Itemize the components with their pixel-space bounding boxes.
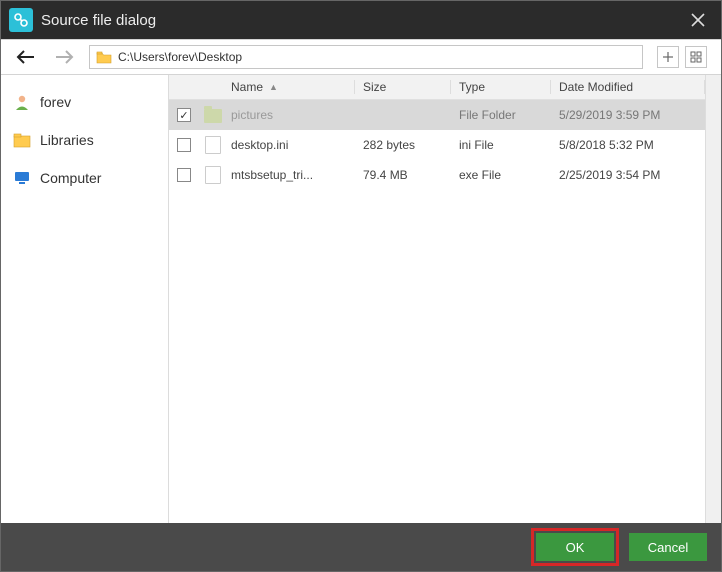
cell-date: 5/29/2019 3:59 PM xyxy=(551,108,705,122)
close-button[interactable] xyxy=(683,5,713,35)
ok-highlight: OK xyxy=(531,528,619,566)
cell-type: ini File xyxy=(451,138,551,152)
cell-type: exe File xyxy=(451,168,551,182)
row-checkbox[interactable] xyxy=(177,168,191,182)
column-header-type[interactable]: Type xyxy=(451,80,551,94)
view-new-button[interactable] xyxy=(657,46,679,68)
column-header-name[interactable]: Name ▲ xyxy=(227,80,355,94)
table-row[interactable]: ✓ pictures File Folder5/29/2019 3:59 PM xyxy=(169,100,705,130)
row-checkbox[interactable]: ✓ xyxy=(177,108,191,122)
folder-icon xyxy=(96,50,112,64)
cell-date: 2/25/2019 3:54 PM xyxy=(551,168,705,182)
sidebar-item-label: Computer xyxy=(40,170,101,186)
app-icon xyxy=(9,8,33,32)
user-icon xyxy=(13,93,31,111)
nav-back-button[interactable] xyxy=(15,46,37,68)
file-icon xyxy=(205,166,221,184)
ok-button[interactable]: OK xyxy=(536,533,614,561)
titlebar: Source file dialog xyxy=(1,1,721,39)
folder-icon xyxy=(204,109,222,123)
sidebar: forev Libraries Computer xyxy=(1,75,169,523)
column-header-date[interactable]: Date Modified xyxy=(551,80,705,94)
scrollbar[interactable] xyxy=(705,75,721,523)
sidebar-item-label: Libraries xyxy=(40,132,94,148)
file-rows: ✓ pictures File Folder5/29/2019 3:59 PM des… xyxy=(169,100,705,523)
sidebar-item-computer[interactable]: Computer xyxy=(1,159,168,197)
row-checkbox[interactable] xyxy=(177,138,191,152)
column-headers: Name ▲ Size Type Date Modified xyxy=(169,75,705,100)
nav-forward-button[interactable] xyxy=(53,46,75,68)
column-header-size[interactable]: Size xyxy=(355,80,451,94)
cell-size: 282 bytes xyxy=(355,138,451,152)
footer: OK Cancel xyxy=(1,523,721,571)
sidebar-item-user[interactable]: forev xyxy=(1,83,168,121)
cell-size: 79.4 MB xyxy=(355,168,451,182)
cell-type: File Folder xyxy=(451,108,551,122)
cell-name: desktop.ini xyxy=(227,138,355,152)
cancel-button[interactable]: Cancel xyxy=(629,533,707,561)
toolbar: C:\Users\forev\Desktop xyxy=(1,39,721,75)
sort-asc-icon: ▲ xyxy=(269,82,278,92)
sidebar-item-label: forev xyxy=(40,94,71,110)
table-row[interactable]: mtsbsetup_tri...79.4 MBexe File2/25/2019… xyxy=(169,160,705,190)
dialog-title: Source file dialog xyxy=(41,12,156,29)
file-icon xyxy=(205,136,221,154)
table-row[interactable]: desktop.ini282 bytesini File5/8/2018 5:3… xyxy=(169,130,705,160)
cell-name: pictures xyxy=(227,108,355,122)
computer-icon xyxy=(13,169,31,187)
sidebar-item-libraries[interactable]: Libraries xyxy=(1,121,168,159)
path-input[interactable]: C:\Users\forev\Desktop xyxy=(89,45,643,69)
view-grid-button[interactable] xyxy=(685,46,707,68)
libraries-icon xyxy=(13,131,31,149)
path-text: C:\Users\forev\Desktop xyxy=(118,50,242,64)
cell-name: mtsbsetup_tri... xyxy=(227,168,355,182)
main-area: forev Libraries Computer Name ▲ Size Typ… xyxy=(1,75,721,523)
file-area: Name ▲ Size Type Date Modified ✓ pictures… xyxy=(169,75,705,523)
cell-date: 5/8/2018 5:32 PM xyxy=(551,138,705,152)
